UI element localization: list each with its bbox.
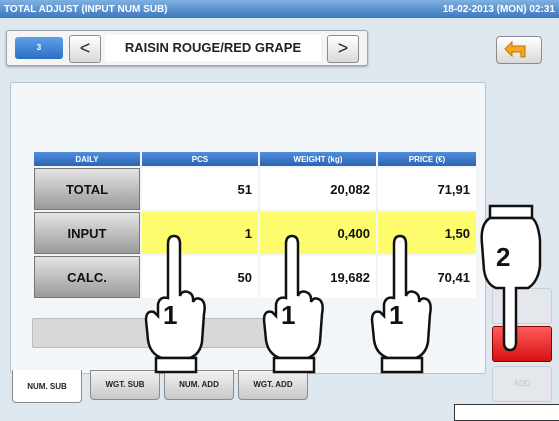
table-header-row: DAILY PCS WEIGHT (kg) PRICE (€) bbox=[34, 152, 476, 166]
datetime: 18-02-2013 (MON) 02:31 bbox=[442, 3, 555, 15]
corner-frame bbox=[454, 404, 559, 421]
window-title: TOTAL ADJUST (INPUT NUM SUB) bbox=[4, 3, 168, 15]
product-navigator: 3 < RAISIN ROUGE/RED GRAPE > bbox=[6, 30, 368, 66]
header-weight: WEIGHT (kg) bbox=[260, 152, 376, 166]
next-product-button[interactable]: > bbox=[327, 35, 359, 63]
total-price: 71,91 bbox=[378, 168, 476, 210]
total-pcs: 51 bbox=[142, 168, 258, 210]
header-price: PRICE (€) bbox=[378, 152, 476, 166]
step-2-label: 2 bbox=[496, 242, 511, 272]
back-button[interactable] bbox=[496, 36, 542, 64]
pointing-down-hand-icon bbox=[480, 204, 542, 352]
step-1-label: 1 bbox=[281, 300, 296, 330]
tab-num-sub[interactable]: NUM. SUB bbox=[12, 370, 82, 403]
prev-product-button[interactable]: < bbox=[69, 35, 101, 63]
title-bar: TOTAL ADJUST (INPUT NUM SUB) 18-02-2013 … bbox=[0, 0, 559, 18]
row-label-input: INPUT bbox=[34, 212, 140, 254]
product-name: RAISIN ROUGE/RED GRAPE bbox=[105, 35, 321, 61]
return-arrow-icon bbox=[504, 40, 526, 58]
add-button[interactable]: ADD bbox=[492, 366, 552, 402]
table-row: TOTAL 51 20,082 71,91 bbox=[34, 168, 476, 210]
header-pcs: PCS bbox=[142, 152, 258, 166]
step-1-label: 1 bbox=[163, 300, 178, 330]
total-weight: 20,082 bbox=[260, 168, 376, 210]
product-number: 3 bbox=[15, 37, 63, 59]
row-label-total: TOTAL bbox=[34, 168, 140, 210]
row-label-calc: CALC. bbox=[34, 256, 140, 298]
header-daily: DAILY bbox=[34, 152, 140, 166]
step-1-label: 1 bbox=[389, 300, 404, 330]
